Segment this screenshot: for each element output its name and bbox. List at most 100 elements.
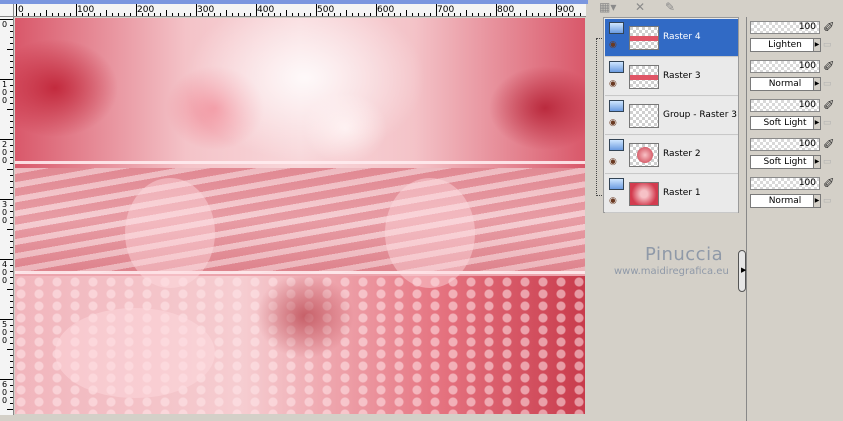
opacity-slider[interactable]: 100 [750, 99, 820, 112]
opacity-slider[interactable]: 100 [750, 21, 820, 34]
chevron-right-icon[interactable]: ▶ [813, 194, 821, 208]
lock-icon[interactable]: ▭ [823, 78, 837, 90]
lock-icon[interactable]: ▭ [823, 195, 837, 207]
ruler-tick [10, 295, 13, 296]
image-canvas[interactable] [15, 18, 585, 414]
layer-props-raster-1: 100 ✐ Normal ▶ ▭ [749, 174, 843, 213]
ruler-tick [400, 13, 401, 16]
layer-row-raster-3[interactable]: ◉ Raster 3 [605, 58, 738, 96]
ruler-tick [10, 205, 13, 206]
ruler-tick [466, 10, 467, 16]
chevron-right-icon[interactable]: ▶ [813, 38, 821, 52]
canvas-haze [125, 178, 215, 288]
ruler-tick [28, 13, 29, 16]
ruler-label: 800 [497, 5, 515, 15]
ruler-tick [328, 13, 329, 16]
lock-icon[interactable]: ▭ [823, 117, 837, 129]
ruler-tick [0, 139, 13, 140]
ruler-tick [46, 10, 47, 16]
new-layer-icon[interactable]: ▦▾ [599, 0, 616, 14]
chevron-right-icon[interactable]: ▶ [813, 77, 821, 91]
ruler-tick [376, 4, 377, 16]
panel-divider [746, 17, 747, 421]
ruler-tick [442, 13, 443, 16]
chevron-right-icon[interactable]: ▶ [813, 116, 821, 130]
blend-mode-select[interactable]: Soft Light [750, 155, 820, 169]
ruler-tick [346, 10, 347, 16]
ruler-tick [418, 13, 419, 16]
blend-mode-select[interactable]: Normal [750, 194, 820, 208]
canvas-haze [55, 308, 215, 398]
eye-icon[interactable]: ◉ [609, 196, 623, 205]
ruler-tick [10, 331, 13, 332]
lock-icon[interactable]: ▭ [823, 156, 837, 168]
ruler-tick [322, 13, 323, 16]
chevron-right-icon[interactable]: ▶ [813, 155, 821, 169]
ruler-tick [262, 13, 263, 16]
ruler-tick [10, 25, 13, 26]
eye-icon[interactable]: ◉ [609, 118, 623, 127]
layer-row-raster-1[interactable]: ◉ Raster 1 [605, 175, 738, 213]
eye-icon[interactable]: ◉ [609, 157, 623, 166]
paintbrush-icon[interactable]: ✐ [823, 136, 835, 153]
layer-row-group-raster-3[interactable]: ◉ Group - Raster 3 [605, 97, 738, 135]
ruler-tick [0, 379, 13, 380]
ruler-tick [70, 13, 71, 16]
blend-mode-select[interactable]: Soft Light [750, 116, 820, 130]
layer-props-group-raster-3: 100 ✐ Soft Light ▶ ▭ [749, 96, 843, 135]
ruler-tick [10, 223, 13, 224]
ruler-tick [7, 49, 13, 50]
paintbrush-icon[interactable]: ✐ [823, 97, 835, 114]
ruler-tick [10, 91, 13, 92]
ruler-tick [10, 73, 13, 74]
ruler-tick [562, 13, 563, 16]
ruler-tick [10, 385, 13, 386]
ruler-tick [232, 13, 233, 16]
layer-name: Raster 2 [663, 149, 701, 159]
ruler-tick [10, 67, 13, 68]
ruler-tick [7, 109, 13, 110]
ruler-tick [520, 13, 521, 16]
ruler-tick [10, 301, 13, 302]
delete-layer-icon[interactable]: ✕ [635, 0, 645, 14]
raster-layer-icon [609, 139, 624, 151]
ruler-tick [10, 175, 13, 176]
opacity-value: 100 [798, 100, 816, 110]
ruler-label: 600 [377, 5, 395, 15]
ruler-tick [160, 13, 161, 16]
layer-row-raster-2[interactable]: ◉ Raster 2 [605, 136, 738, 174]
ruler-tick [334, 13, 335, 16]
ruler-tick [130, 13, 131, 16]
opacity-slider[interactable]: 100 [750, 138, 820, 151]
ruler-tick [172, 13, 173, 16]
canvas-band-line [15, 161, 585, 164]
eye-icon[interactable]: ◉ [609, 79, 623, 88]
paintbrush-icon[interactable]: ✐ [823, 175, 835, 192]
paintbrush-icon[interactable]: ✐ [823, 58, 835, 75]
ruler-tick [256, 4, 257, 16]
ruler-tick [7, 169, 13, 170]
ruler-tick [490, 13, 491, 16]
ruler-tick [250, 13, 251, 16]
eye-icon[interactable]: ◉ [609, 40, 623, 49]
ruler-label: 200 [137, 5, 155, 15]
opacity-slider[interactable]: 100 [750, 60, 820, 73]
ruler-tick [202, 13, 203, 16]
blend-mode-select[interactable]: Lighten [750, 38, 820, 52]
lock-icon[interactable]: ▭ [823, 39, 837, 51]
ruler-tick [10, 361, 13, 362]
ruler-tick [10, 271, 13, 272]
opacity-slider[interactable]: 100 [750, 177, 820, 190]
opacity-value: 100 [798, 178, 816, 188]
paintbrush-icon[interactable]: ✐ [823, 19, 835, 36]
ruler-tick [0, 319, 13, 320]
ruler-tick [484, 13, 485, 16]
canvas-scrollbar[interactable] [585, 17, 591, 415]
ruler-tick [148, 13, 149, 16]
layer-row-raster-4[interactable]: ◉ Raster 4 [605, 19, 738, 57]
blend-mode-select[interactable]: Normal [750, 77, 820, 91]
panel-splitter[interactable]: ▶ [738, 250, 746, 292]
ruler-tick [268, 13, 269, 16]
ruler-tick [7, 229, 13, 230]
edit-icon[interactable]: ✎ [665, 0, 675, 14]
